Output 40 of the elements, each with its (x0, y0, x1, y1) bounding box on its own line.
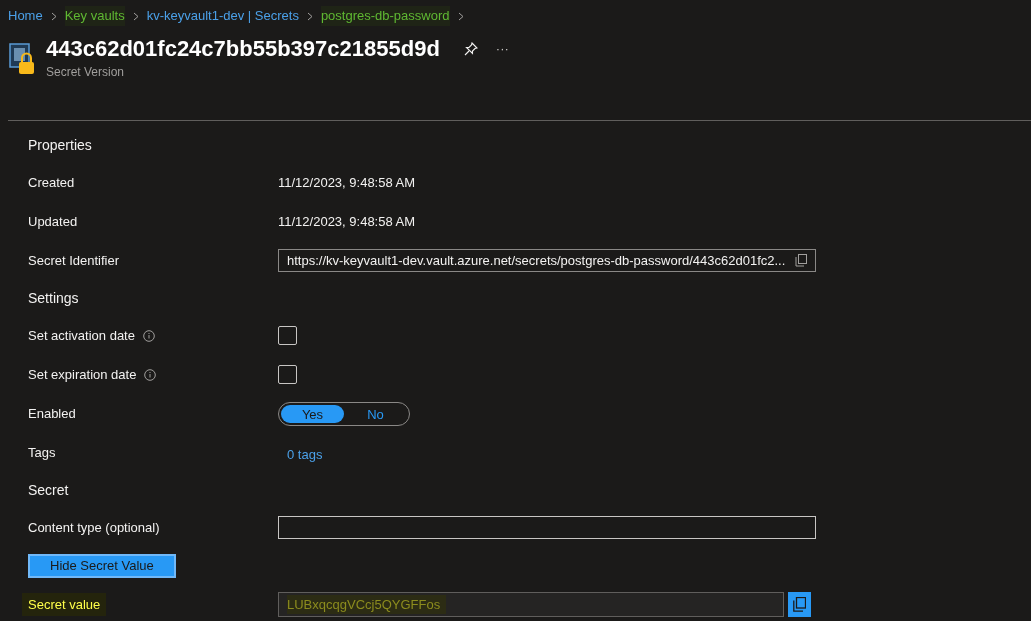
breadcrumb-link[interactable]: postgres-db-password (320, 6, 450, 26)
field-label: Set activation date (28, 326, 135, 345)
checkbox[interactable] (278, 365, 297, 384)
section-heading: Settings (28, 288, 79, 308)
field-label: Set expiration date (28, 365, 137, 384)
pin-icon[interactable] (463, 42, 478, 56)
field-label: Content type (optional) (28, 518, 160, 537)
page-title: 443c62d01fc24c7bb55b397c21855d9d (46, 35, 440, 63)
field-label: Tags (28, 443, 56, 462)
chevron-right-icon (306, 11, 313, 21)
section-heading: Properties (28, 135, 92, 155)
field-value: 11/12/2023, 9:48:58 AM (278, 212, 416, 231)
breadcrumb-link[interactable]: Home (8, 6, 43, 26)
field-label: Created (28, 173, 75, 192)
input-field[interactable] (278, 516, 816, 539)
copy-icon (795, 254, 807, 267)
field-label: Secret Identifier (28, 251, 120, 270)
section-heading: Secret (28, 480, 69, 500)
chevron-right-icon (457, 11, 464, 21)
breadcrumb-link[interactable]: kv-keyvault1-dev | Secrets (146, 6, 299, 26)
field-label: Updated (28, 212, 78, 231)
tags-link[interactable]: 0 tags (287, 444, 323, 465)
field-label: Enabled (28, 404, 76, 423)
field-value: 11/12/2023, 9:48:58 AM (278, 173, 416, 192)
chevron-right-icon (50, 11, 57, 21)
hide-secret-button[interactable]: Hide Secret Value (28, 554, 176, 578)
checkbox[interactable] (278, 326, 297, 345)
breadcrumb-link[interactable]: Key vaults (64, 6, 125, 26)
vault-lock-icon (9, 43, 37, 75)
field-label: Secret value (22, 592, 107, 617)
secret-value: LUBxqcqgVCcj5QYGFFos (287, 594, 447, 615)
toggle-option[interactable]: Yes (281, 404, 344, 423)
page-subtitle: Secret Version (46, 64, 126, 81)
chevron-right-icon (132, 11, 139, 21)
secret-value-field[interactable]: LUBxqcqgVCcj5QYGFFos (278, 592, 784, 617)
copy-icon (793, 597, 806, 612)
identifier-field[interactable]: https://kv-keyvault1-dev.vault.azure.net/secrets/postgres-db-password/443c62d01fc2... (278, 249, 816, 272)
more-button[interactable]: ··· (495, 39, 509, 59)
copy-button[interactable] (788, 592, 811, 617)
toggle-option[interactable]: No (344, 404, 407, 423)
